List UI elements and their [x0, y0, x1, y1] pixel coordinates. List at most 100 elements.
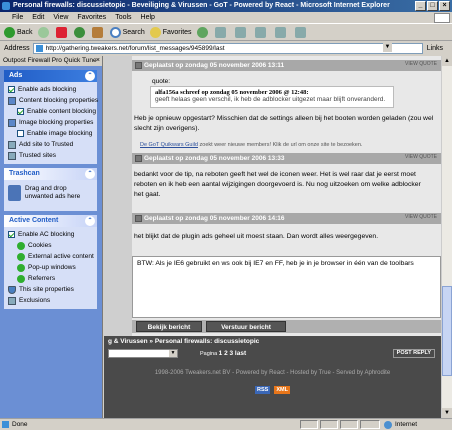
- back-label: Back: [17, 29, 33, 36]
- active-content-title: Active Content: [9, 217, 59, 224]
- active-content-header[interactable]: Active Content ⌃: [4, 215, 97, 227]
- panel-header: Outpost Firewall Pro Quick Tune ×: [0, 56, 102, 66]
- pagination: Pagina 1 2 3 last: [200, 350, 246, 357]
- rss-badge[interactable]: RSS: [255, 386, 271, 394]
- signature-ad: De GoT Quikwars Guild zoekt weer nieuwe …: [140, 142, 362, 148]
- status-cell: [300, 420, 318, 429]
- page-links[interactable]: 1 2 3 last: [219, 350, 246, 357]
- preview-button[interactable]: Bekijk bericht: [136, 321, 202, 332]
- home-icon: [91, 27, 103, 38]
- mail-button[interactable]: [234, 26, 250, 40]
- view-quote-link[interactable]: VIEW QUOTE: [405, 61, 437, 67]
- scroll-down-icon[interactable]: ▼: [442, 408, 452, 418]
- panel-close-icon[interactable]: ×: [96, 56, 100, 66]
- collapse-chevron-icon[interactable]: ⌃: [85, 71, 95, 81]
- xml-badge[interactable]: XML: [274, 386, 290, 394]
- popup-windows-item[interactable]: Pop-up windows: [8, 262, 95, 273]
- post-reply-button[interactable]: POST REPLY: [392, 349, 435, 358]
- vertical-scrollbar[interactable]: ▲ ▼: [441, 56, 452, 418]
- checkbox[interactable]: [8, 86, 15, 93]
- forum-jump-select[interactable]: ▼: [108, 349, 178, 358]
- properties-icon: [8, 118, 16, 127]
- cookies-item[interactable]: Cookies: [8, 240, 95, 251]
- referrers-item[interactable]: Referrers: [8, 273, 95, 284]
- edit-button[interactable]: [274, 26, 290, 40]
- menu-edit[interactable]: Edit: [32, 12, 44, 23]
- search-button[interactable]: Search: [109, 26, 145, 40]
- item-label: External active content: [28, 253, 94, 260]
- content-blocking-properties[interactable]: Content blocking properties: [8, 95, 98, 106]
- history-button[interactable]: [214, 26, 230, 40]
- close-button[interactable]: ×: [439, 1, 450, 11]
- reply-textarea[interactable]: BTW: Als je IE6 gebruikt en ws ook bij I…: [132, 256, 441, 318]
- back-button[interactable]: Back: [4, 26, 33, 40]
- media-button[interactable]: [196, 26, 210, 40]
- scroll-up-icon[interactable]: ▲: [442, 56, 452, 66]
- address-dropdown-button[interactable]: ▼: [383, 43, 392, 52]
- menu-file[interactable]: File: [12, 12, 23, 23]
- add-site-to-trusted[interactable]: Add site to Trusted: [8, 139, 95, 150]
- checkbox[interactable]: [8, 231, 15, 238]
- links-button[interactable]: Links: [427, 45, 443, 52]
- checkbox[interactable]: [17, 130, 24, 137]
- image-blocking-properties[interactable]: Image blocking properties: [8, 117, 95, 128]
- reply-buttons: Bekijk bericht Verstuur bericht: [132, 320, 441, 333]
- enable-content-blocking[interactable]: Enable content blocking: [8, 106, 96, 117]
- back-arrow-icon: [4, 27, 15, 38]
- trashcan-header[interactable]: Trashcan ⌃: [4, 168, 97, 180]
- trusted-sites[interactable]: Trusted sites: [8, 150, 95, 161]
- collapse-chevron-icon[interactable]: ⌃: [85, 169, 95, 179]
- refresh-icon: [73, 27, 85, 38]
- item-label: Image blocking properties: [19, 119, 94, 126]
- menu-tools[interactable]: Tools: [115, 12, 131, 23]
- refresh-button[interactable]: [73, 26, 87, 40]
- external-active-content-item[interactable]: External active content: [8, 251, 95, 262]
- ie-icon: [2, 2, 10, 10]
- quote-label: quote:: [152, 78, 171, 85]
- favorites-star-icon: [149, 27, 161, 38]
- enable-ads-blocking[interactable]: Enable ads blocking: [8, 84, 95, 95]
- page-content: Geplaatst op zondag 05 november 2006 13:…: [104, 56, 441, 418]
- allowed-icon: [17, 252, 25, 261]
- item-label: Exclusions: [19, 297, 51, 304]
- guild-link[interactable]: De GoT Quikwars Guild: [140, 142, 198, 148]
- print-button[interactable]: [254, 26, 270, 40]
- panel-title: Outpost Firewall Pro Quick Tune: [3, 57, 97, 64]
- enable-ac-blocking[interactable]: Enable AC blocking: [8, 229, 95, 240]
- scroll-thumb[interactable]: [442, 286, 452, 376]
- menu-help[interactable]: Help: [141, 12, 155, 23]
- search-label: Search: [122, 29, 145, 36]
- view-quote-link[interactable]: VIEW QUOTE: [405, 214, 437, 220]
- trashcan-drop-zone[interactable]: Drag and drop unwanted ads here: [8, 182, 95, 208]
- exclusions[interactable]: Exclusions: [8, 295, 95, 306]
- submit-button[interactable]: Verstuur bericht: [206, 321, 286, 332]
- stop-button[interactable]: [55, 26, 69, 40]
- menu-favorites[interactable]: Favorites: [77, 12, 106, 23]
- collapse-chevron-icon[interactable]: ⌃: [85, 216, 95, 226]
- trashcan-icon: [8, 185, 21, 201]
- outpost-quicktune-panel: Outpost Firewall Pro Quick Tune × Ads ⌃ …: [0, 56, 103, 418]
- add-site-icon: [8, 140, 16, 149]
- item-label: This site properties: [19, 286, 74, 293]
- forward-button[interactable]: [37, 26, 51, 40]
- exclusions-icon: [8, 296, 16, 305]
- address-input[interactable]: http://gathering.tweakers.net/forum/list…: [32, 43, 423, 54]
- forward-arrow-icon: [37, 27, 49, 38]
- enable-image-blocking[interactable]: Enable image blocking: [8, 128, 95, 139]
- item-label: Trusted sites: [19, 152, 56, 159]
- windows-logo-icon: [434, 13, 450, 23]
- view-quote-link[interactable]: VIEW QUOTE: [405, 154, 437, 160]
- ads-box-header[interactable]: Ads ⌃: [4, 70, 97, 82]
- maximize-button[interactable]: □: [427, 1, 438, 11]
- firewall-button[interactable]: [294, 26, 310, 40]
- search-icon: [109, 27, 121, 38]
- this-site-properties[interactable]: This site properties: [8, 284, 95, 295]
- home-button[interactable]: [91, 26, 105, 40]
- checkbox[interactable]: [17, 108, 24, 115]
- allowed-icon: [17, 241, 25, 250]
- minimize-button[interactable]: _: [415, 1, 426, 11]
- pager-bar: ▼ Pagina 1 2 3 last POST REPLY: [104, 347, 441, 360]
- menu-view[interactable]: View: [53, 12, 68, 23]
- item-label: Referrers: [28, 275, 56, 282]
- favorites-button[interactable]: Favorites: [149, 26, 192, 40]
